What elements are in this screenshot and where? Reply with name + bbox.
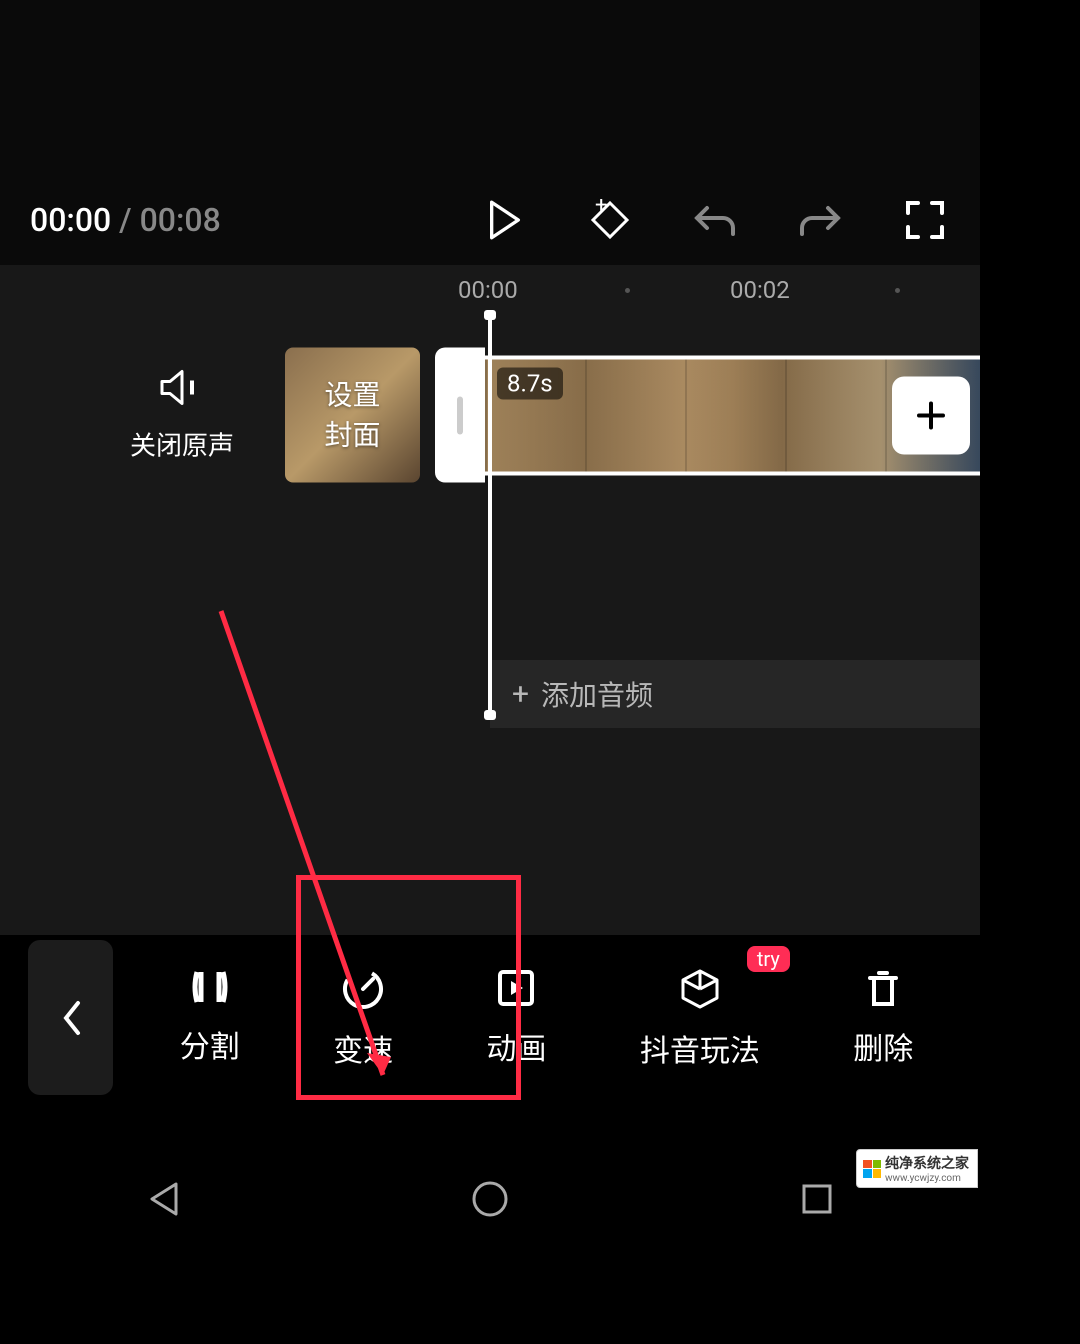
- circle-home-icon: [471, 1180, 509, 1218]
- player-bar: 00:00 / 00:08 +: [0, 195, 980, 245]
- set-cover-button[interactable]: 设置 封面: [285, 348, 420, 483]
- trash-icon: [862, 966, 904, 1010]
- current-time: 00:00: [30, 201, 111, 239]
- clip-duration-label: 8.7s: [497, 367, 563, 399]
- clip-trim-handle-left[interactable]: [435, 348, 485, 483]
- speed-button[interactable]: 变速: [325, 950, 401, 1086]
- split-label: 分割: [180, 1022, 240, 1066]
- clip-container: 8.7s: [435, 348, 980, 483]
- plus-icon: +: [512, 677, 529, 712]
- watermark-text: 纯净系统之家: [885, 1153, 969, 1173]
- delete-label: 删除: [853, 1024, 913, 1068]
- speaker-icon: [158, 368, 206, 408]
- speed-label: 变速: [333, 1026, 393, 1070]
- time-display: 00:00 / 00:08: [30, 201, 221, 239]
- nav-home-button[interactable]: [460, 1169, 520, 1229]
- nav-back-button[interactable]: [133, 1169, 193, 1229]
- square-recent-icon: [801, 1183, 833, 1215]
- ruler-dot: [895, 288, 900, 293]
- add-audio-button[interactable]: + 添加音频: [490, 660, 980, 728]
- cover-label: 设置 封面: [324, 376, 380, 454]
- ruler-tick-0: 00:00: [458, 276, 518, 304]
- animation-label: 动画: [486, 1024, 546, 1068]
- mute-label: 关闭原声: [130, 426, 234, 463]
- add-audio-label: 添加音频: [541, 674, 653, 714]
- time-separator: /: [111, 201, 139, 239]
- fullscreen-button[interactable]: [900, 195, 950, 245]
- undo-button[interactable]: [690, 195, 740, 245]
- chevron-left-icon: [60, 999, 82, 1037]
- ruler-tick-2: 00:02: [730, 276, 790, 304]
- plus-icon: [913, 397, 949, 433]
- playhead[interactable]: [488, 315, 492, 715]
- back-button[interactable]: [28, 940, 113, 1095]
- windows-icon: [863, 1160, 881, 1178]
- animation-icon: [494, 966, 538, 1010]
- ruler-dot: [625, 288, 630, 293]
- timeline[interactable]: 00:00 00:02 关闭原声 设置 封面 8.7s + 添加音频: [0, 265, 980, 935]
- nav-recent-button[interactable]: [787, 1169, 847, 1229]
- redo-button[interactable]: [795, 195, 845, 245]
- video-preview: 00:00 / 00:08 +: [0, 0, 980, 265]
- delete-button[interactable]: 删除: [845, 950, 921, 1086]
- cube-icon: [677, 966, 723, 1012]
- douyin-effects-button[interactable]: try 抖音玩法: [632, 950, 768, 1086]
- split-button[interactable]: 分割: [172, 950, 248, 1086]
- keyframe-button[interactable]: +: [585, 195, 635, 245]
- video-clip[interactable]: 8.7s: [485, 355, 980, 475]
- mute-original-button[interactable]: 关闭原声: [130, 368, 234, 463]
- triangle-back-icon: [146, 1180, 180, 1218]
- watermark: 纯净系统之家 www.ycwjzy.com: [856, 1149, 978, 1188]
- system-navbar: [0, 1154, 980, 1244]
- animation-button[interactable]: 动画: [478, 950, 554, 1086]
- split-icon: [189, 966, 231, 1008]
- time-ruler: 00:00 00:02: [0, 265, 980, 315]
- total-time: 00:08: [140, 201, 221, 239]
- svg-text:+: +: [595, 197, 607, 218]
- try-badge: try: [747, 946, 790, 972]
- edit-toolbar: 分割 变速 动画 try 抖音玩法 删除: [0, 935, 980, 1100]
- player-controls: +: [241, 195, 950, 245]
- watermark-url: www.ycwjzy.com: [885, 1173, 969, 1184]
- tool-items: 分割 变速 动画 try 抖音玩法 删除: [113, 950, 980, 1086]
- play-button[interactable]: [480, 195, 530, 245]
- add-clip-button[interactable]: [892, 376, 970, 454]
- douyin-label: 抖音玩法: [640, 1026, 760, 1070]
- speed-icon: [340, 966, 386, 1012]
